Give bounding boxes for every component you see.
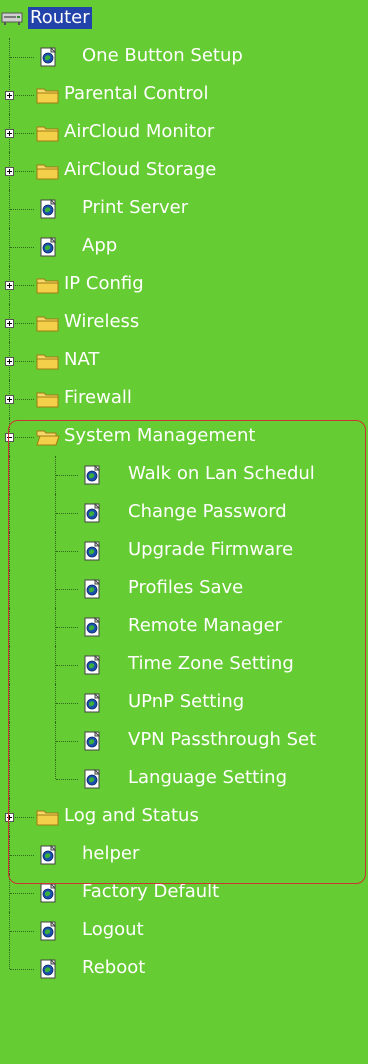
page-icon bbox=[38, 46, 58, 67]
expand-toggle-icon[interactable] bbox=[5, 319, 14, 328]
tree-connector-line bbox=[10, 893, 34, 894]
tree-connector-line bbox=[10, 931, 34, 932]
tree-item-app[interactable]: App bbox=[0, 228, 368, 266]
tree-item-wireless[interactable]: Wireless bbox=[0, 304, 368, 342]
tree-connector-line bbox=[10, 57, 34, 58]
tree-item-label[interactable]: App bbox=[82, 235, 117, 257]
page-icon bbox=[38, 920, 58, 941]
tree-connector-line bbox=[9, 950, 10, 969]
tree-item-label[interactable]: Firewall bbox=[64, 387, 132, 409]
folder-icon bbox=[36, 275, 60, 295]
folder-icon bbox=[36, 161, 60, 181]
tree-item-reboot[interactable]: Reboot bbox=[0, 950, 368, 988]
tree-item-parental-control[interactable]: Parental Control bbox=[0, 76, 368, 114]
tree-item-label[interactable]: One Button Setup bbox=[82, 45, 243, 67]
page-icon bbox=[38, 958, 58, 979]
tree-connector-line bbox=[10, 247, 34, 248]
tree-item-label[interactable]: AirCloud Monitor bbox=[64, 121, 214, 143]
expand-toggle-icon[interactable] bbox=[5, 395, 14, 404]
tree-item-aircloud-storage[interactable]: AirCloud Storage bbox=[0, 152, 368, 190]
system-management-highlight bbox=[8, 420, 366, 884]
tree-item-nat[interactable]: NAT bbox=[0, 342, 368, 380]
tree-item-label[interactable]: IP Config bbox=[64, 273, 144, 295]
folder-icon bbox=[36, 351, 60, 371]
folder-icon bbox=[36, 389, 60, 409]
folder-icon bbox=[36, 313, 60, 333]
page-icon bbox=[38, 198, 58, 219]
folder-icon bbox=[36, 85, 60, 105]
router-icon bbox=[0, 7, 24, 27]
expand-toggle-icon[interactable] bbox=[5, 281, 14, 290]
tree-connector-line bbox=[10, 209, 34, 210]
tree-item-logout[interactable]: Logout bbox=[0, 912, 368, 950]
tree-root-label[interactable]: Router bbox=[28, 7, 92, 29]
tree-item-ip-config[interactable]: IP Config bbox=[0, 266, 368, 304]
page-icon bbox=[38, 882, 58, 903]
tree-item-label[interactable]: Factory Default bbox=[82, 881, 219, 903]
tree-item-print-server[interactable]: Print Server bbox=[0, 190, 368, 228]
tree-item-label[interactable]: AirCloud Storage bbox=[64, 159, 216, 181]
expand-toggle-icon[interactable] bbox=[5, 167, 14, 176]
tree-connector-line bbox=[10, 969, 34, 970]
tree-item-firewall[interactable]: Firewall bbox=[0, 380, 368, 418]
tree-item-label[interactable]: Logout bbox=[82, 919, 144, 941]
expand-toggle-icon[interactable] bbox=[5, 91, 14, 100]
tree-root-router[interactable]: Router bbox=[0, 0, 368, 38]
tree-item-one-button-setup[interactable]: One Button Setup bbox=[0, 38, 368, 76]
tree-item-label[interactable]: NAT bbox=[64, 349, 99, 371]
page-icon bbox=[38, 236, 58, 257]
tree-item-aircloud-monitor[interactable]: AirCloud Monitor bbox=[0, 114, 368, 152]
folder-icon bbox=[36, 123, 60, 143]
expand-toggle-icon[interactable] bbox=[5, 129, 14, 138]
tree-item-label[interactable]: Parental Control bbox=[64, 83, 208, 105]
tree-item-label[interactable]: Wireless bbox=[64, 311, 139, 333]
tree-item-label[interactable]: Reboot bbox=[82, 957, 145, 979]
expand-toggle-icon[interactable] bbox=[5, 357, 14, 366]
tree-item-label[interactable]: Print Server bbox=[82, 197, 188, 219]
